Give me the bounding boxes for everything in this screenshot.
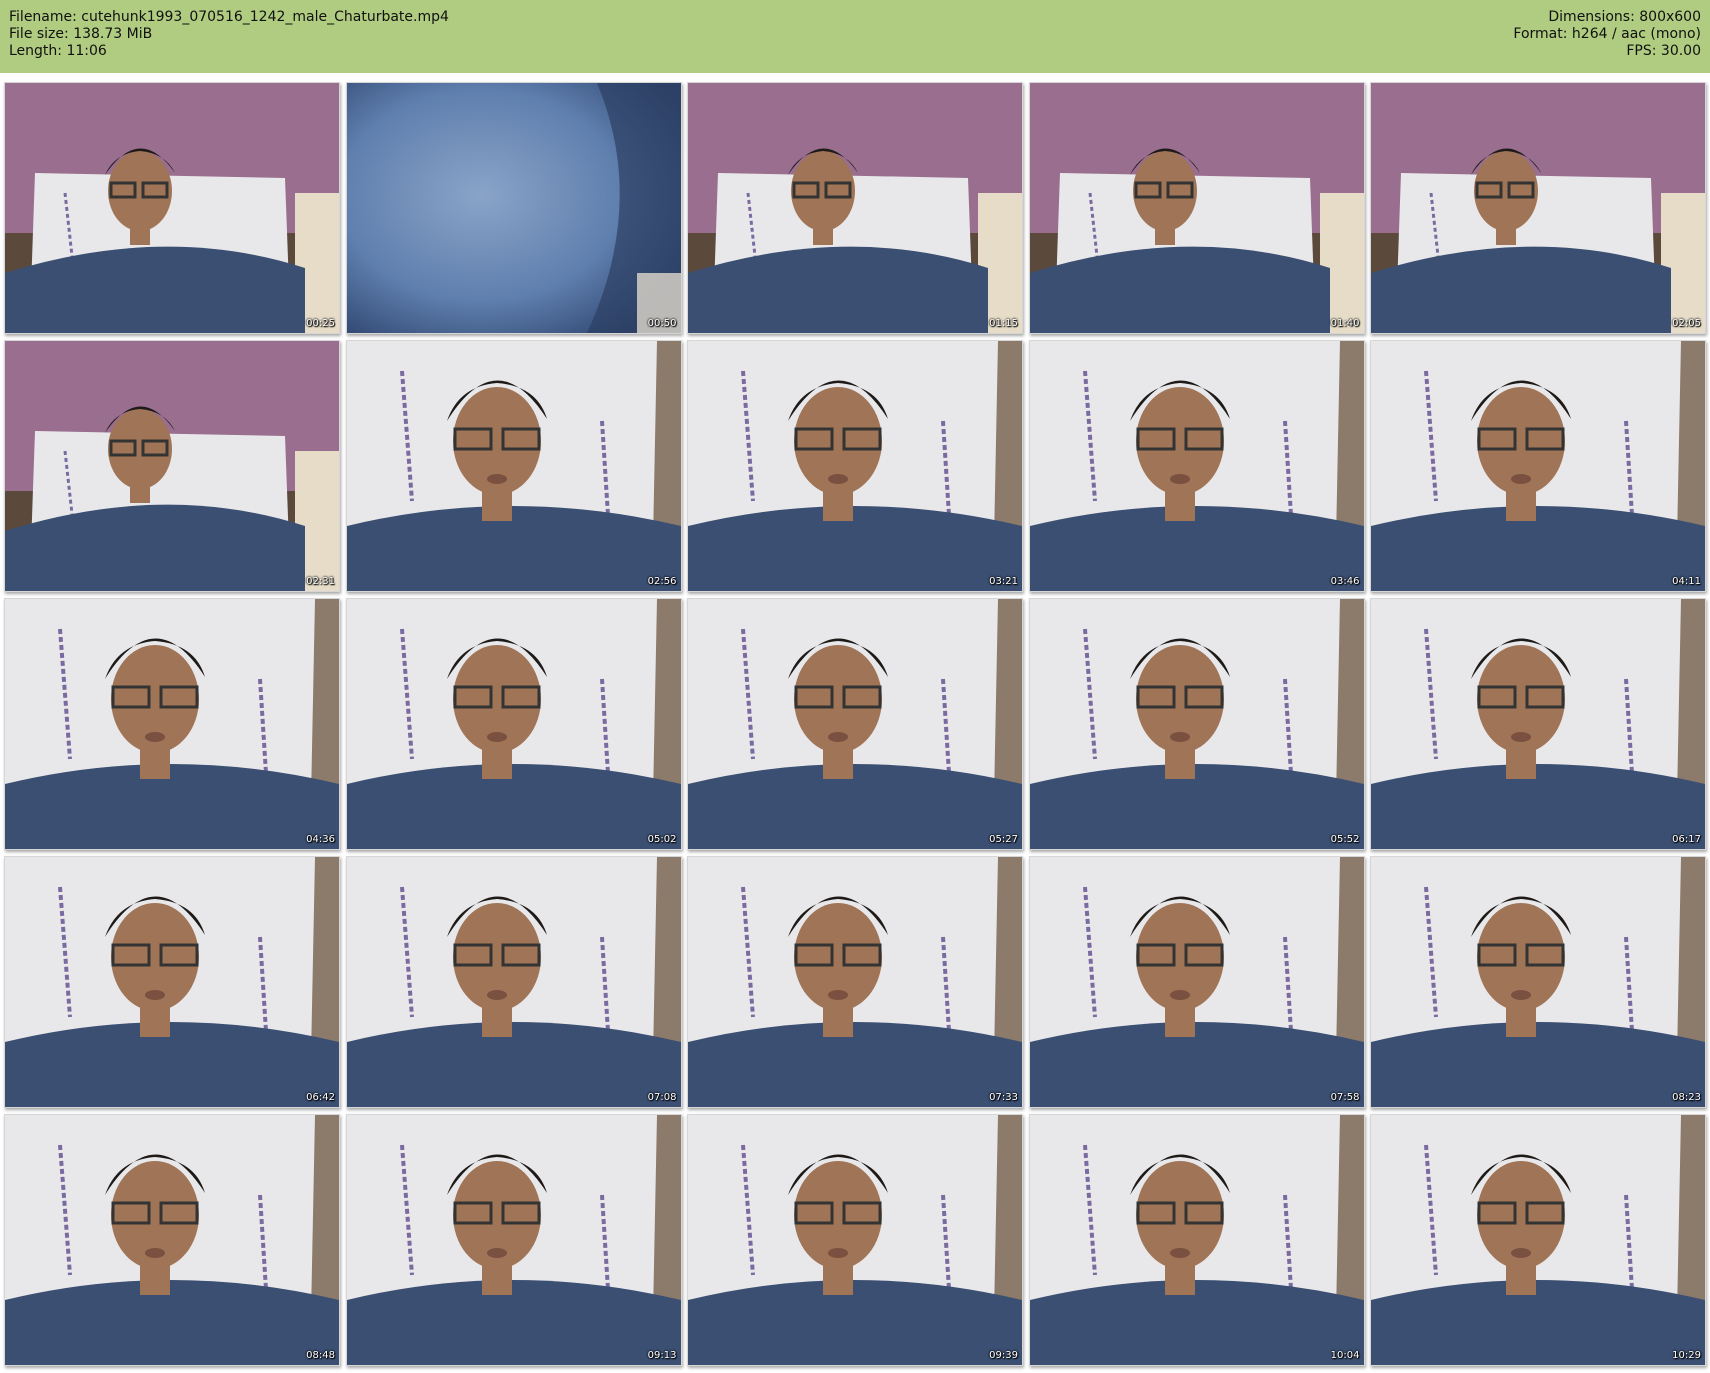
thumbnail-frame: 03:46	[1028, 340, 1365, 592]
timestamp-label: 07:08	[647, 1092, 677, 1103]
thumbnail-frame: 08:48	[4, 1114, 340, 1366]
frame-image	[346, 599, 681, 849]
thumbnail-frame: 07:08	[345, 856, 682, 1108]
frame-image	[1371, 83, 1705, 333]
frame-image	[1029, 1115, 1364, 1365]
frame-image	[688, 599, 1022, 849]
thumbnail-grid: 00:25 00:50 01:15 01:40 02:05 02:31 02:5…	[0, 82, 1710, 1366]
frame-image	[1371, 857, 1705, 1107]
frame-image	[1029, 599, 1364, 849]
timestamp-label: 05:27	[989, 834, 1018, 845]
frame-image	[1371, 599, 1705, 849]
thumbnail-frame: 00:50	[345, 82, 682, 334]
timestamp-label: 00:50	[647, 318, 677, 329]
timestamp-label: 01:40	[1330, 318, 1360, 329]
frame-image	[688, 83, 1022, 333]
frame-image	[1029, 341, 1364, 591]
timestamp-label: 10:29	[1672, 1350, 1701, 1361]
thumbnail-frame: 03:21	[687, 340, 1023, 592]
frame-image	[1371, 1115, 1705, 1365]
timestamp-label: 08:48	[306, 1350, 335, 1361]
timestamp-label: 04:11	[1672, 576, 1701, 587]
thumbnail-frame: 10:04	[1028, 1114, 1365, 1366]
thumbnail-frame: 00:25	[4, 82, 340, 334]
thumbnail-frame: 02:05	[1370, 82, 1706, 334]
frame-image	[346, 857, 681, 1107]
timestamp-label: 07:58	[1330, 1092, 1360, 1103]
timestamp-label: 06:17	[1672, 834, 1701, 845]
thumbnail-frame: 02:31	[4, 340, 340, 592]
timestamp-label: 02:31	[306, 576, 335, 587]
filesize-text: File size: 138.73 MiB	[9, 26, 153, 42]
frame-image	[346, 341, 681, 591]
timestamp-label: 10:04	[1330, 1350, 1360, 1361]
timestamp-label: 01:15	[989, 318, 1018, 329]
thumbnail-frame: 05:52	[1028, 598, 1365, 850]
file-info: Filename: cutehunk1993_070516_1242_male_…	[9, 9, 449, 60]
info-header: Filename: cutehunk1993_070516_1242_male_…	[0, 0, 1710, 73]
timestamp-label: 00:25	[306, 318, 335, 329]
timestamp-label: 02:56	[647, 576, 677, 587]
thumbnail-frame: 01:40	[1028, 82, 1365, 334]
frame-image	[1029, 83, 1364, 333]
thumbnail-frame: 07:33	[687, 856, 1023, 1108]
thumbnail-frame: 09:13	[345, 1114, 682, 1366]
length-text: Length: 11:06	[9, 43, 107, 59]
dimensions-text: Dimensions: 800x600	[1548, 9, 1701, 25]
thumbnail-frame: 07:58	[1028, 856, 1365, 1108]
thumbnail-frame: 08:23	[1370, 856, 1706, 1108]
frame-image	[5, 599, 339, 849]
thumbnail-frame: 09:39	[687, 1114, 1023, 1366]
frame-image	[688, 857, 1022, 1107]
timestamp-label: 03:46	[1330, 576, 1360, 587]
timestamp-label: 06:42	[306, 1092, 335, 1103]
timestamp-label: 05:52	[1330, 834, 1360, 845]
thumbnail-frame: 01:15	[687, 82, 1023, 334]
filename-text: Filename: cutehunk1993_070516_1242_male_…	[9, 9, 449, 25]
format-text: Format: h264 / aac (mono)	[1513, 26, 1701, 42]
thumbnail-frame: 05:27	[687, 598, 1023, 850]
timestamp-label: 05:02	[647, 834, 677, 845]
frame-image	[346, 1115, 681, 1365]
frame-image	[1371, 341, 1705, 591]
fps-text: FPS: 30.00	[1626, 43, 1701, 59]
stream-info: Dimensions: 800x600 Format: h264 / aac (…	[1513, 9, 1701, 60]
frame-image	[346, 83, 681, 333]
timestamp-label: 07:33	[989, 1092, 1018, 1103]
frame-image	[688, 1115, 1022, 1365]
timestamp-label: 04:36	[306, 834, 335, 845]
thumbnail-frame: 05:02	[345, 598, 682, 850]
thumbnail-frame: 04:11	[1370, 340, 1706, 592]
frame-image	[5, 857, 339, 1107]
timestamp-label: 03:21	[989, 576, 1018, 587]
timestamp-label: 09:39	[989, 1350, 1018, 1361]
timestamp-label: 09:13	[647, 1350, 677, 1361]
thumbnail-frame: 10:29	[1370, 1114, 1706, 1366]
frame-image	[5, 1115, 339, 1365]
thumbnail-frame: 06:17	[1370, 598, 1706, 850]
timestamp-label: 02:05	[1672, 318, 1701, 329]
timestamp-label: 08:23	[1672, 1092, 1701, 1103]
thumbnail-frame: 06:42	[4, 856, 340, 1108]
frame-image	[5, 341, 339, 591]
thumbnail-frame: 02:56	[345, 340, 682, 592]
thumbnail-frame: 04:36	[4, 598, 340, 850]
frame-image	[5, 83, 339, 333]
frame-image	[1029, 857, 1364, 1107]
frame-image	[688, 341, 1022, 591]
